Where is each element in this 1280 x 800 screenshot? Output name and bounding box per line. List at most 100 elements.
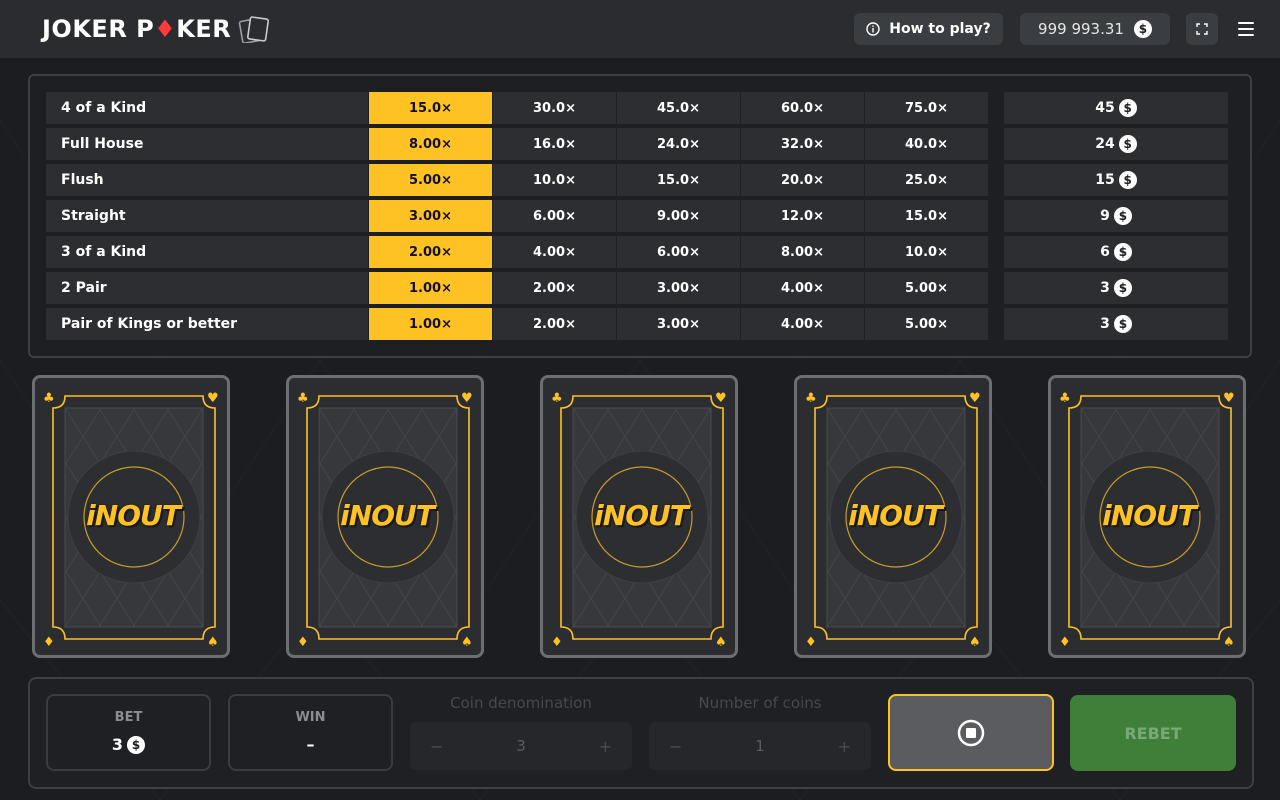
hand-name: 2 Pair — [46, 272, 368, 304]
hand-name: Pair of Kings or better — [46, 308, 368, 340]
paytable-row: Straight 3.00× 6.00× 9.00× 12.0× 15.0× 9… — [46, 200, 1228, 232]
multiplier-cell-selected: 1.00× — [369, 308, 492, 340]
how-to-play-button[interactable]: How to play? — [854, 13, 1003, 45]
card-corner-suit-icon: ♦ — [805, 635, 817, 650]
coin-icon: $ — [1133, 20, 1152, 38]
number-of-coins-decrease-button[interactable]: − — [669, 737, 682, 756]
payout-value: 3 — [1100, 280, 1110, 296]
multiplier-cell: 10.0× — [865, 236, 988, 268]
card-back-logo: iNOUT — [86, 499, 181, 532]
multiplier-cell: 30.0× — [493, 92, 616, 124]
paytable: 4 of a Kind 15.0× 30.0× 45.0× 60.0× 75.0… — [28, 74, 1252, 358]
logo-diamond-icon: ♦ — [154, 15, 177, 43]
paytable-row: Full House 8.00× 16.0× 24.0× 32.0× 40.0×… — [46, 128, 1228, 160]
payout-cell: 15 $ — [1004, 164, 1228, 196]
multiplier-cell: 12.0× — [741, 200, 864, 232]
card-back-logo: iNOUT — [1102, 499, 1197, 532]
logo-text-part-2: KER — [176, 15, 232, 43]
payout-cell: 3 $ — [1004, 272, 1228, 304]
number-of-coins-label: Number of coins — [698, 694, 822, 712]
menu-icon — [1238, 22, 1254, 24]
coin-icon: $ — [1118, 135, 1137, 153]
card-back-logo: iNOUT — [340, 499, 435, 532]
paytable-row: Flush 5.00× 10.0× 15.0× 20.0× 25.0× 15 $ — [46, 164, 1228, 196]
fullscreen-icon — [1196, 23, 1208, 35]
card-slot-3[interactable]: ♣ ♥ ♦ ♠ iNOUT — [540, 375, 738, 658]
number-of-coins-increase-button[interactable]: + — [838, 737, 851, 756]
payout-value: 45 — [1095, 100, 1115, 116]
multiplier-cell: 4.00× — [741, 308, 864, 340]
card-corner-suit-icon: ♣ — [551, 391, 563, 406]
multiplier-cell: 5.00× — [865, 308, 988, 340]
card-corner-suit-icon: ♥ — [1223, 391, 1235, 406]
menu-button[interactable] — [1232, 16, 1260, 42]
multiplier-cell: 45.0× — [617, 92, 740, 124]
multiplier-cell: 15.0× — [865, 200, 988, 232]
card-corner-suit-icon: ♦ — [43, 635, 55, 650]
card-corner-suit-icon: ♠ — [969, 635, 981, 650]
multiplier-cell: 25.0× — [865, 164, 988, 196]
payout-value: 15 — [1095, 172, 1115, 188]
payout-cell: 45 $ — [1004, 92, 1228, 124]
multiplier-cell: 6.00× — [617, 236, 740, 268]
multiplier-cell: 75.0× — [865, 92, 988, 124]
multiplier-cell: 10.0× — [493, 164, 616, 196]
logo-text-part-1: JOKER P — [42, 15, 155, 43]
coin-denomination-increase-button[interactable]: + — [599, 737, 612, 756]
multiplier-cell-selected: 3.00× — [369, 200, 492, 232]
coin-icon: $ — [1113, 243, 1132, 261]
multiplier-cell: 40.0× — [865, 128, 988, 160]
info-icon — [866, 22, 880, 36]
hand-name: 4 of a Kind — [46, 92, 368, 124]
card-slot-4[interactable]: ♣ ♥ ♦ ♠ iNOUT — [794, 375, 992, 658]
multiplier-cell: 9.00× — [617, 200, 740, 232]
multiplier-cell: 20.0× — [741, 164, 864, 196]
how-to-play-label: How to play? — [889, 21, 991, 37]
game-logo: JOKER P♦KER — [42, 14, 273, 44]
card-corner-suit-icon: ♠ — [1223, 635, 1235, 650]
coin-icon: $ — [1118, 99, 1137, 117]
card-corner-suit-icon: ♦ — [297, 635, 309, 650]
card-corner-suit-icon: ♣ — [43, 391, 55, 406]
card-slot-2[interactable]: ♣ ♥ ♦ ♠ iNOUT — [286, 375, 484, 658]
coin-denomination-label: Coin denomination — [450, 694, 592, 712]
card-corner-suit-icon: ♥ — [969, 391, 981, 406]
multiplier-cell: 2.00× — [493, 272, 616, 304]
coin-icon: $ — [127, 735, 146, 754]
bet-display: BET 3 $ — [46, 694, 211, 771]
multiplier-cell: 15.0× — [617, 164, 740, 196]
stop-button[interactable] — [888, 694, 1054, 771]
payout-cell: 9 $ — [1004, 200, 1228, 232]
payout-cell: 6 $ — [1004, 236, 1228, 268]
coin-icon: $ — [1118, 171, 1137, 189]
card-slot-1[interactable]: ♣ ♥ ♦ ♠ iNOUT — [32, 375, 230, 658]
card-corner-suit-icon: ♥ — [207, 391, 219, 406]
hand-name: Flush — [46, 164, 368, 196]
multiplier-cell: 4.00× — [741, 272, 864, 304]
card-corner-suit-icon: ♥ — [715, 391, 727, 406]
multiplier-cell: 3.00× — [617, 272, 740, 304]
win-label: WIN — [295, 710, 326, 725]
number-of-coins-value: 1 — [755, 737, 765, 755]
multiplier-cell: 3.00× — [617, 308, 740, 340]
coin-denomination-decrease-button[interactable]: − — [430, 737, 443, 756]
payout-value: 9 — [1100, 208, 1110, 224]
hand-name: 3 of a Kind — [46, 236, 368, 268]
card-slot-5[interactable]: ♣ ♥ ♦ ♠ iNOUT — [1048, 375, 1246, 658]
fullscreen-button[interactable] — [1186, 13, 1218, 45]
cards-icon — [238, 16, 270, 43]
card-corner-suit-icon: ♥ — [461, 391, 473, 406]
paytable-row: 3 of a Kind 2.00× 4.00× 6.00× 8.00× 10.0… — [46, 236, 1228, 268]
multiplier-cell: 5.00× — [865, 272, 988, 304]
bet-value: 3 — [111, 735, 124, 754]
card-corner-suit-icon: ♠ — [207, 635, 219, 650]
coin-icon: $ — [1113, 279, 1132, 297]
rebet-button[interactable]: REBET — [1070, 695, 1236, 771]
card-corner-suit-icon: ♠ — [715, 635, 727, 650]
payout-cell: 3 $ — [1004, 308, 1228, 340]
card-corner-suit-icon: ♣ — [297, 391, 309, 406]
coin-icon: $ — [1113, 207, 1132, 225]
card-back-logo: iNOUT — [848, 499, 943, 532]
card-back-logo: iNOUT — [594, 499, 689, 532]
balance-display: 999 993.31 $ — [1020, 13, 1170, 45]
